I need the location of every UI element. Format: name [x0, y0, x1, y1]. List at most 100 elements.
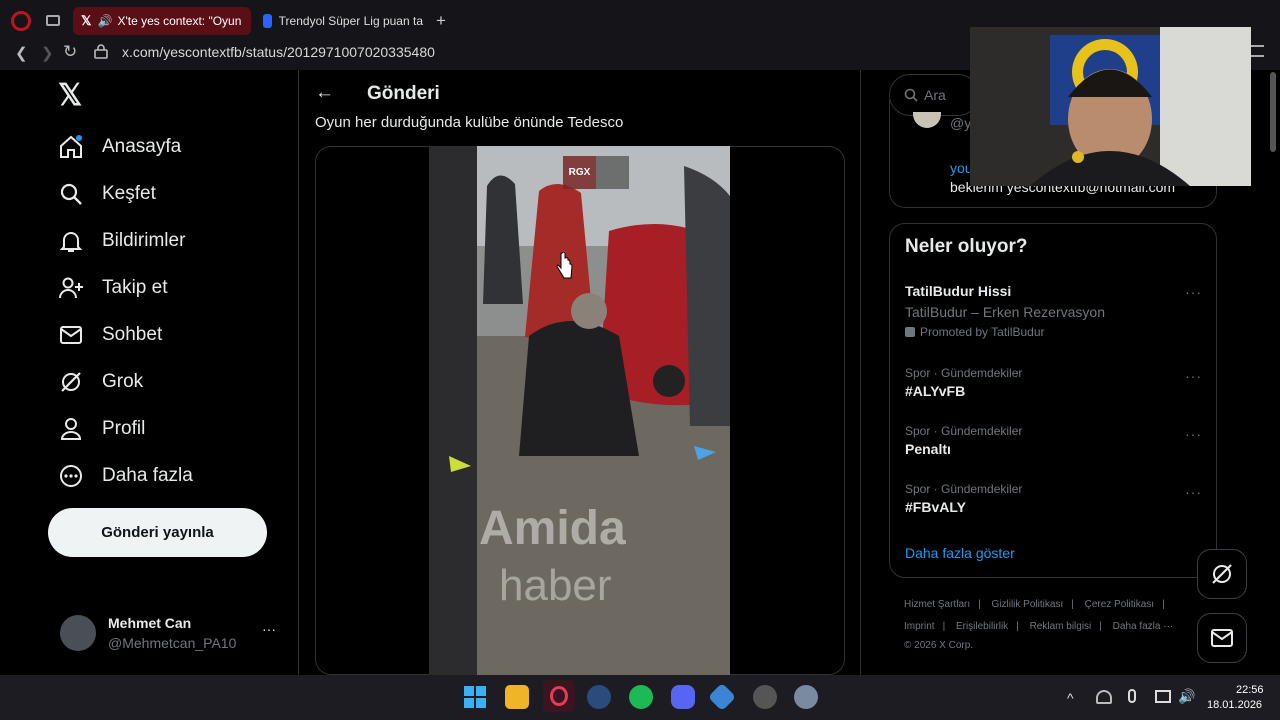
scrollbar[interactable]	[1270, 72, 1276, 152]
tab-super-lig[interactable]: Trendyol Süper Lig puan ta	[255, 7, 431, 35]
trend-name: #ALYvFB	[905, 383, 966, 399]
new-tab-button[interactable]: +	[436, 11, 446, 31]
copyright: © 2026 X Corp.	[904, 640, 974, 651]
account-more-icon[interactable]: ···	[262, 621, 276, 637]
sidebar-item-chat[interactable]: Sohbet	[58, 317, 162, 353]
promoted-trend[interactable]: TatilBudur Hissi TatilBudur – Erken Reze…	[905, 283, 1205, 339]
x-favicon-icon: 𝕏	[81, 13, 92, 28]
menu-icon[interactable]	[1250, 45, 1264, 57]
sidebar-item-more-label: Daha fazla	[102, 465, 193, 486]
sidebar-item-follow-label: Takip et	[102, 277, 168, 298]
trend-item[interactable]: Spor · Gündemdekiler #ALYvFB	[905, 366, 1205, 399]
tray-chevron-icon[interactable]: ^	[1067, 690, 1074, 706]
forward-nav-icon[interactable]: ❯	[41, 44, 54, 62]
tweet-text: Oyun her durduğunda kulübe önünde Tedesc…	[315, 114, 624, 131]
trend-context: Spor · Gündemdekiler	[905, 482, 1023, 496]
volume-icon[interactable]: 🔊	[1178, 688, 1195, 705]
sidebar-item-grok[interactable]: Grok	[58, 364, 143, 400]
opera-ring-icon	[550, 686, 568, 706]
footer-separator: |	[978, 599, 981, 610]
trend-item[interactable]: Spor · Gündemdekiler Penaltı	[905, 424, 1205, 457]
steam-icon[interactable]	[587, 685, 611, 709]
promoted-row: Promoted by TatilBudur	[905, 325, 1205, 339]
user-name: Mehmet Can	[108, 615, 192, 631]
trend-context: Spor · Gündemdekiler	[905, 366, 1023, 380]
sidebar-item-notifications-label: Bildirimler	[102, 230, 186, 251]
x-logo-icon[interactable]: 𝕏	[58, 78, 82, 113]
tab-overview-icon[interactable]	[46, 15, 60, 26]
trend-more-icon[interactable]: ···	[1185, 484, 1202, 500]
account-switcher[interactable]: Mehmet Can @Mehmetcan_PA10 ···	[58, 612, 283, 656]
app-record-icon[interactable]	[753, 685, 777, 709]
display-icon[interactable]	[1155, 690, 1171, 703]
user-handle: @Mehmetcan_PA10	[108, 635, 237, 651]
sidebar-item-follow[interactable]: Takip et	[58, 270, 167, 306]
sidebar-item-profile[interactable]: Profil	[58, 411, 145, 447]
sidebar-item-home[interactable]: Anasayfa	[58, 129, 181, 165]
sidebar-item-explore-label: Keşfet	[102, 183, 156, 204]
footer-link[interactable]: Çerez Politikası	[1085, 599, 1154, 610]
start-tile	[464, 698, 474, 708]
reload-icon[interactable]: ↻	[63, 42, 77, 62]
post-button[interactable]: Gönderi yayınla	[48, 508, 267, 557]
avatar	[60, 615, 96, 651]
webcam-feed	[970, 27, 1251, 186]
promoted-icon	[905, 327, 915, 337]
footer-link[interactable]: Hizmet Şartları	[904, 599, 970, 610]
video-player[interactable]: RGX Amida haber	[429, 146, 730, 675]
back-button[interactable]: ←	[315, 82, 334, 104]
trend-more-icon[interactable]: ···	[1185, 368, 1202, 384]
back-nav-icon[interactable]: ❮	[15, 44, 28, 62]
cursor-hand-icon	[556, 252, 573, 279]
settings-gear-icon[interactable]	[794, 685, 818, 709]
trend-name: #FBvALY	[905, 499, 966, 515]
network-icon[interactable]	[1096, 690, 1112, 704]
watermark-line-1: Amida	[479, 502, 626, 555]
sidebar-item-profile-label: Profil	[102, 418, 146, 439]
sidebar-item-more[interactable]: Daha fazla	[58, 458, 193, 494]
discord-icon[interactable]	[671, 685, 695, 709]
video-settings-icon[interactable]	[596, 156, 629, 189]
home-icon	[60, 135, 82, 158]
opera-taskbar-icon[interactable]	[543, 680, 575, 712]
opera-logo-icon[interactable]	[11, 11, 31, 31]
clock-date[interactable]: 18.01.2026	[1207, 699, 1262, 711]
promo-title: TatilBudur Hissi	[905, 283, 1012, 299]
show-more-link[interactable]: Daha fazla göster	[905, 545, 1015, 561]
sidebar-item-explore[interactable]: Keşfet	[58, 176, 156, 212]
promoted-label: Promoted by TatilBudur	[920, 325, 1045, 339]
sidebar-item-notifications[interactable]: Bildirimler	[58, 223, 185, 259]
trendyol-favicon-icon	[263, 14, 272, 28]
tab-x-post-label: X'te yes context: "Oyun	[117, 14, 242, 28]
spotify-icon[interactable]	[629, 685, 653, 709]
trend-more-icon[interactable]: ···	[1185, 426, 1202, 442]
file-explorer-icon[interactable]	[505, 685, 529, 709]
footer-link[interactable]: Reklam bilgisi	[1030, 621, 1092, 632]
watermark-line-2: haber	[499, 561, 612, 610]
trends-title: Neler oluyor?	[905, 236, 1028, 257]
windows-start-icon[interactable]	[464, 686, 486, 708]
microphone-icon[interactable]	[1128, 689, 1136, 703]
footer-link[interactable]: Gizlilik Politikası	[992, 599, 1064, 610]
footer-link[interactable]: Erişilebilirlik	[956, 621, 1008, 632]
grok-fab[interactable]	[1197, 549, 1247, 599]
footer-row-2: Imprint | Erişilebilirlik | Reklam bilgisi…	[904, 621, 1173, 632]
footer-link[interactable]: Daha fazla ···	[1113, 621, 1174, 632]
tab-x-post[interactable]: 𝕏 🔊 X'te yes context: "Oyun	[73, 7, 251, 35]
person-icon	[60, 418, 82, 440]
clock-time[interactable]: 22:56	[1236, 684, 1264, 696]
footer-link[interactable]: Imprint	[904, 621, 935, 632]
more-circle-icon	[60, 465, 82, 487]
footer-separator: |	[1016, 621, 1019, 632]
bell-icon	[59, 232, 83, 252]
address-bar[interactable]: x.com/yescontextfb/status/20129710070203…	[122, 44, 435, 60]
footer-separator: |	[1162, 599, 1165, 610]
messages-fab[interactable]	[1197, 613, 1247, 663]
grok-icon	[1212, 564, 1232, 584]
sidebar-item-home-label: Anasayfa	[102, 136, 182, 157]
trend-item[interactable]: Spor · Gündemdekiler #FBvALY	[905, 482, 1205, 515]
promo-more-icon[interactable]: ···	[1185, 284, 1202, 300]
grok-icon	[61, 372, 81, 392]
promo-subtitle: TatilBudur – Erken Rezervasyon	[905, 304, 1105, 320]
webcam-overlay	[970, 27, 1251, 186]
